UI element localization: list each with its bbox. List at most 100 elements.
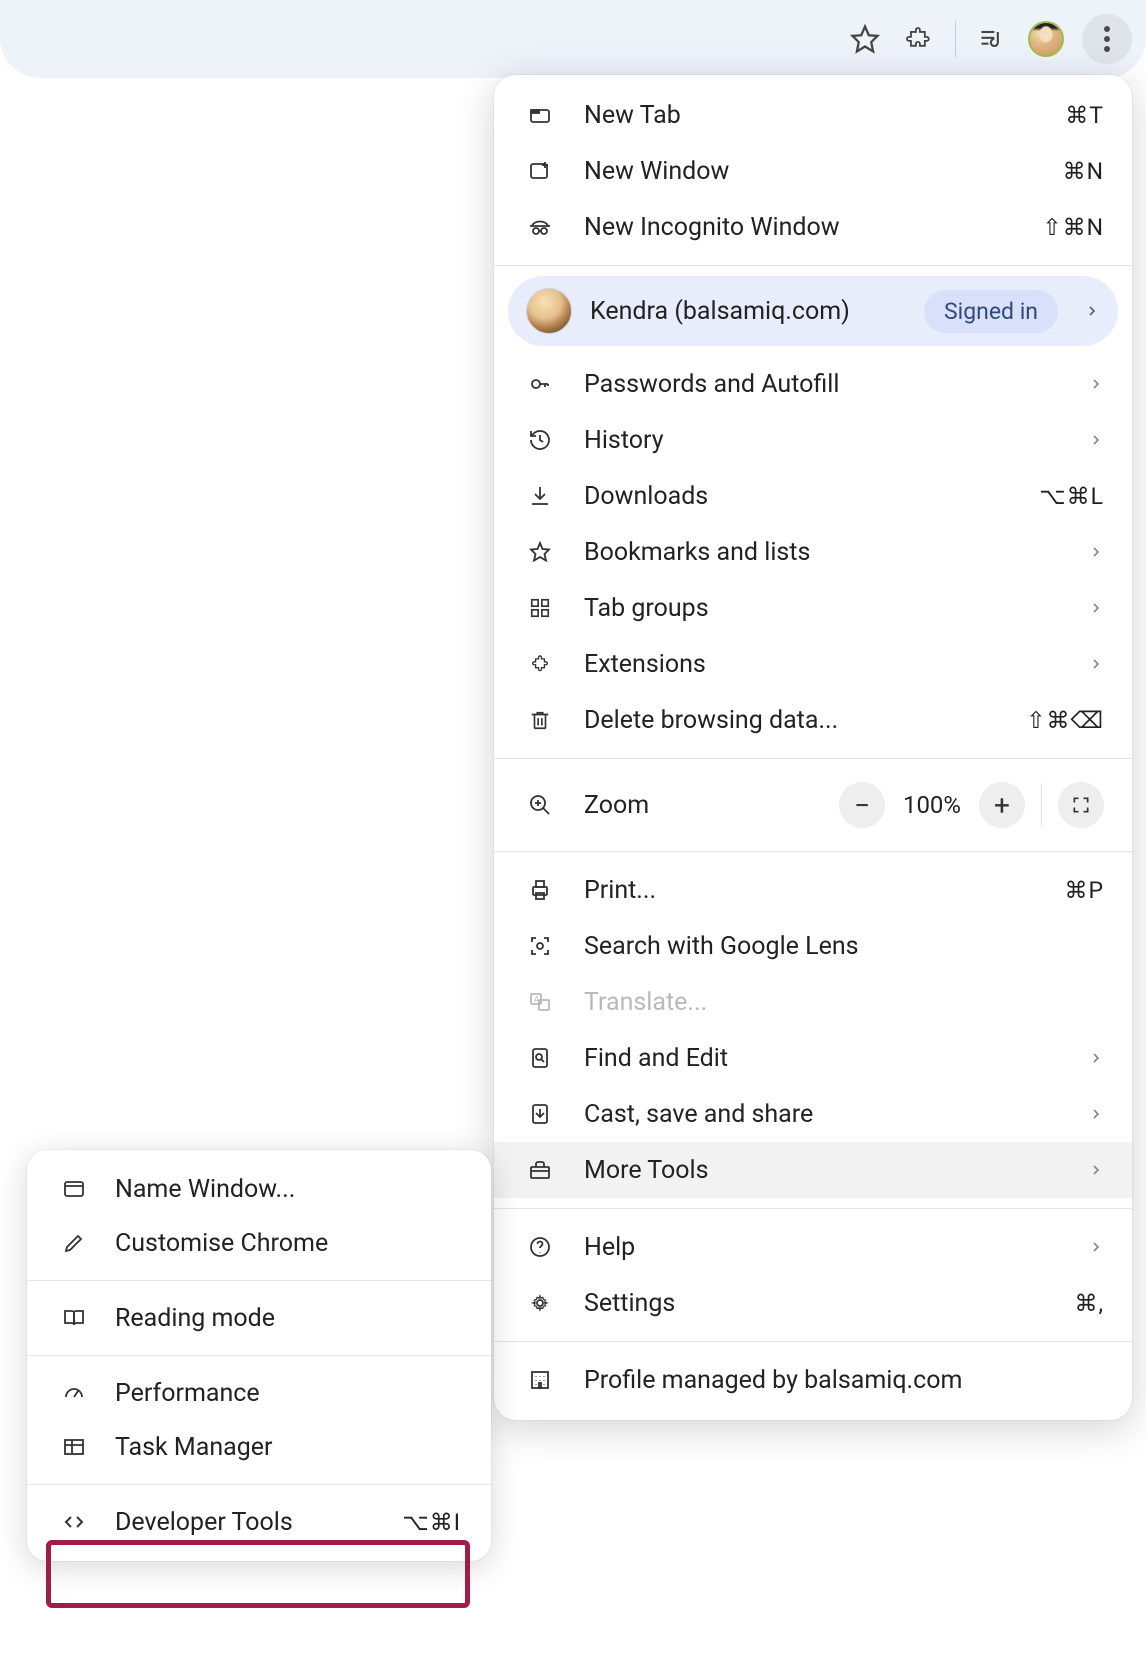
menu-new-window[interactable]: New Window ⌘N	[494, 143, 1132, 199]
submenu-customise[interactable]: Customise Chrome	[27, 1216, 491, 1270]
find-icon	[522, 1046, 558, 1070]
submenu-separator	[27, 1355, 491, 1356]
menu-separator	[494, 851, 1132, 852]
menu-separator	[494, 1208, 1132, 1209]
menu-label: More Tools	[584, 1156, 1078, 1185]
menu-passwords[interactable]: Passwords and Autofill	[494, 356, 1132, 412]
svg-text:A: A	[534, 995, 540, 1004]
menu-label: New Incognito Window	[584, 213, 1042, 242]
menu-history[interactable]: History	[494, 412, 1132, 468]
menu-help[interactable]: Help	[494, 1219, 1132, 1275]
menu-translate: A Translate...	[494, 974, 1132, 1030]
gear-icon	[522, 1291, 558, 1315]
submenu-developer-tools[interactable]: Developer Tools ⌥⌘I	[27, 1495, 491, 1549]
browser-toolbar	[0, 0, 1146, 78]
menu-settings[interactable]: Settings ⌘,	[494, 1275, 1132, 1331]
signed-in-badge: Signed in	[924, 290, 1058, 333]
grid-icon	[522, 597, 558, 619]
shortcut: ⇧⌘N	[1042, 214, 1104, 241]
building-icon	[522, 1368, 558, 1392]
book-icon	[57, 1306, 91, 1330]
submenu-separator	[27, 1484, 491, 1485]
profile-avatar-icon[interactable]	[1028, 21, 1064, 57]
zoom-value: 100%	[903, 791, 961, 819]
submenu-task-manager[interactable]: Task Manager	[27, 1420, 491, 1474]
zoom-out-button[interactable]: −	[839, 782, 885, 828]
chevron-right-icon	[1088, 600, 1104, 616]
zoom-in-button[interactable]: +	[979, 782, 1025, 828]
submenu-performance[interactable]: Performance	[27, 1366, 491, 1420]
chevron-right-icon	[1084, 303, 1100, 319]
star-outline-icon	[522, 540, 558, 564]
chevron-right-icon	[1088, 1162, 1104, 1178]
toolbar-separator	[955, 21, 956, 57]
menu-label: Print...	[584, 876, 1064, 905]
menu-label: New Tab	[584, 101, 1065, 130]
speedometer-icon	[57, 1381, 91, 1405]
shortcut: ⌘N	[1063, 158, 1104, 185]
key-icon	[522, 372, 558, 396]
menu-label: Delete browsing data...	[584, 706, 1026, 735]
menu-label: Search with Google Lens	[584, 932, 1104, 961]
menu-separator	[494, 1341, 1132, 1342]
menu-extensions[interactable]: Extensions	[494, 636, 1132, 692]
profile-name: Kendra (balsamiq.com)	[590, 297, 906, 326]
menu-separator	[494, 265, 1132, 266]
menu-label: Downloads	[584, 482, 1039, 511]
pencil-icon	[57, 1231, 91, 1255]
window-plus-icon	[522, 159, 558, 183]
tab-icon	[522, 103, 558, 127]
shortcut: ⌘P	[1064, 877, 1104, 904]
menu-label: Cast, save and share	[584, 1100, 1078, 1129]
incognito-icon	[522, 215, 558, 239]
menu-lens[interactable]: Search with Google Lens	[494, 918, 1132, 974]
translate-icon: A	[522, 990, 558, 1014]
download-icon	[522, 484, 558, 508]
shortcut: ⌥⌘L	[1039, 483, 1104, 510]
submenu-label: Performance	[115, 1379, 461, 1408]
avatar-icon	[526, 288, 572, 334]
toolbox-icon	[522, 1158, 558, 1182]
menu-downloads[interactable]: Downloads ⌥⌘L	[494, 468, 1132, 524]
menu-profile-managed[interactable]: Profile managed by balsamiq.com	[494, 1352, 1132, 1408]
menu-label: Help	[584, 1233, 1078, 1262]
shortcut: ⌘,	[1074, 1290, 1104, 1317]
menu-delete-data[interactable]: Delete browsing data... ⇧⌘⌫	[494, 692, 1132, 748]
chevron-right-icon	[1088, 376, 1104, 392]
lens-icon	[522, 934, 558, 958]
menu-label: Settings	[584, 1289, 1074, 1318]
menu-label: History	[584, 426, 1078, 455]
menu-incognito[interactable]: New Incognito Window ⇧⌘N	[494, 199, 1132, 255]
help-icon	[522, 1235, 558, 1259]
fullscreen-button[interactable]	[1058, 782, 1104, 828]
chrome-main-menu: New Tab ⌘T New Window ⌘N New Incognito W…	[494, 75, 1132, 1420]
submenu-reading-mode[interactable]: Reading mode	[27, 1291, 491, 1345]
extension-icon[interactable]	[901, 21, 937, 57]
menu-cast[interactable]: Cast, save and share	[494, 1086, 1132, 1142]
trash-icon	[522, 709, 558, 731]
code-icon	[57, 1510, 91, 1534]
menu-label: Passwords and Autofill	[584, 370, 1078, 399]
submenu-label: Reading mode	[115, 1304, 461, 1333]
menu-label: Profile managed by balsamiq.com	[584, 1366, 1104, 1395]
submenu-name-window[interactable]: Name Window...	[27, 1162, 491, 1216]
menu-bookmarks[interactable]: Bookmarks and lists	[494, 524, 1132, 580]
menu-profile[interactable]: Kendra (balsamiq.com) Signed in	[508, 276, 1118, 346]
media-icon[interactable]	[974, 21, 1010, 57]
submenu-label: Developer Tools	[115, 1508, 402, 1537]
menu-new-tab[interactable]: New Tab ⌘T	[494, 87, 1132, 143]
menu-label: Bookmarks and lists	[584, 538, 1078, 567]
menu-find[interactable]: Find and Edit	[494, 1030, 1132, 1086]
menu-label: Extensions	[584, 650, 1078, 679]
chevron-right-icon	[1088, 656, 1104, 672]
kebab-menu-icon[interactable]	[1082, 14, 1132, 64]
history-icon	[522, 428, 558, 452]
chevron-right-icon	[1088, 1050, 1104, 1066]
menu-more-tools[interactable]: More Tools	[494, 1142, 1132, 1198]
menu-tab-groups[interactable]: Tab groups	[494, 580, 1132, 636]
menu-label: Tab groups	[584, 594, 1078, 623]
star-icon[interactable]	[847, 21, 883, 57]
zoom-icon	[522, 793, 558, 817]
menu-print[interactable]: Print... ⌘P	[494, 862, 1132, 918]
submenu-label: Task Manager	[115, 1433, 461, 1462]
